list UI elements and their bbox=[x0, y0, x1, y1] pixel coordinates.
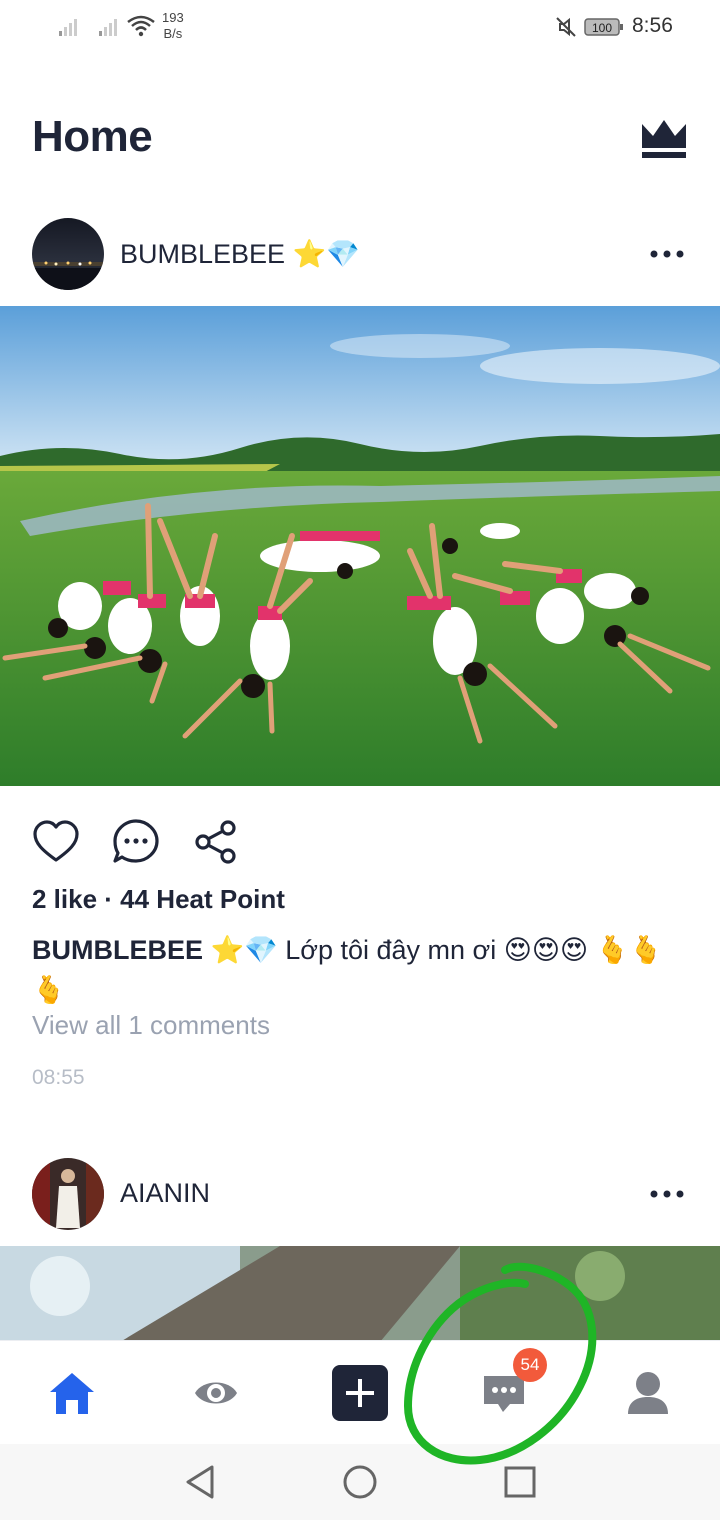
post-username[interactable]: AIANIN bbox=[120, 1178, 210, 1209]
signal-icon bbox=[99, 19, 117, 36]
caption-username[interactable]: BUMBLEBEE ⭐💎 bbox=[32, 935, 278, 965]
wifi-icon bbox=[127, 15, 155, 37]
heart-icon[interactable] bbox=[32, 818, 80, 866]
crown-icon[interactable] bbox=[640, 116, 688, 162]
post-caption: BUMBLEBEE ⭐💎 Lớp tôi đây mn ơi 😍😍😍 🫰🫰🫰 bbox=[32, 930, 692, 1010]
view-comments-link[interactable]: View all 1 comments bbox=[32, 1010, 270, 1041]
post-username[interactable]: BUMBLEBEE ⭐💎 bbox=[120, 238, 360, 270]
avatar[interactable] bbox=[32, 1158, 104, 1230]
page-title: Home bbox=[32, 112, 153, 161]
create-post-button[interactable] bbox=[320, 1341, 400, 1445]
profile-icon bbox=[628, 1372, 668, 1414]
more-options-icon[interactable] bbox=[650, 249, 684, 259]
post-time: 08:55 bbox=[32, 1066, 85, 1089]
tab-home[interactable] bbox=[32, 1341, 112, 1445]
avatar[interactable] bbox=[32, 218, 104, 290]
home-nav-icon[interactable] bbox=[338, 1460, 382, 1504]
signal-icon bbox=[59, 19, 77, 36]
back-icon[interactable] bbox=[178, 1460, 222, 1504]
system-nav-bar bbox=[0, 1444, 720, 1520]
recents-icon[interactable] bbox=[498, 1460, 542, 1504]
tab-profile[interactable] bbox=[608, 1341, 688, 1445]
plus-icon bbox=[332, 1365, 388, 1421]
post-photo[interactable] bbox=[0, 306, 720, 786]
bottom-tab-bar bbox=[0, 1340, 720, 1445]
share-icon[interactable] bbox=[192, 818, 240, 866]
mute-icon bbox=[556, 17, 576, 37]
status-time: 8:56 bbox=[632, 14, 673, 37]
comment-icon[interactable] bbox=[112, 818, 160, 866]
more-options-icon[interactable] bbox=[650, 1189, 684, 1199]
battery-icon: 100 bbox=[584, 18, 623, 36]
likes-count[interactable]: 2 like · 44 Heat Point bbox=[32, 884, 285, 915]
eye-icon bbox=[195, 1382, 237, 1404]
svg-text:100: 100 bbox=[592, 21, 612, 35]
tab-discover[interactable] bbox=[176, 1341, 256, 1445]
home-icon bbox=[50, 1373, 94, 1414]
status-bar: 193 B/s 100 8:56 bbox=[0, 0, 720, 56]
post-photo[interactable] bbox=[0, 1246, 720, 1342]
notification-badge: 54 bbox=[513, 1348, 547, 1382]
network-speed: 193 B/s bbox=[162, 10, 184, 41]
